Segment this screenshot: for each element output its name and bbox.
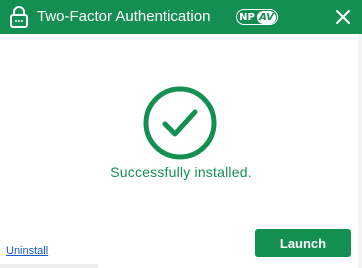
brand-av-text: AV — [257, 10, 276, 24]
launch-button[interactable]: Launch — [255, 229, 351, 257]
title-bar: Two-Factor Authentication NP AV — [0, 0, 362, 34]
brand-np-text: NP — [239, 11, 255, 23]
installer-window: Two-Factor Authentication NP AV Successf… — [0, 0, 362, 268]
checkmark-icon — [142, 85, 218, 161]
brand-logo: NP AV — [236, 9, 278, 25]
success-message: Successfully installed. — [110, 164, 252, 180]
lock-icon — [9, 6, 29, 28]
background-edge — [0, 264, 98, 268]
window-edge — [358, 34, 362, 268]
close-button[interactable] — [330, 4, 356, 30]
uninstall-link[interactable]: Uninstall — [6, 245, 48, 258]
close-icon — [336, 10, 350, 24]
window-title: Two-Factor Authentication — [37, 8, 211, 25]
